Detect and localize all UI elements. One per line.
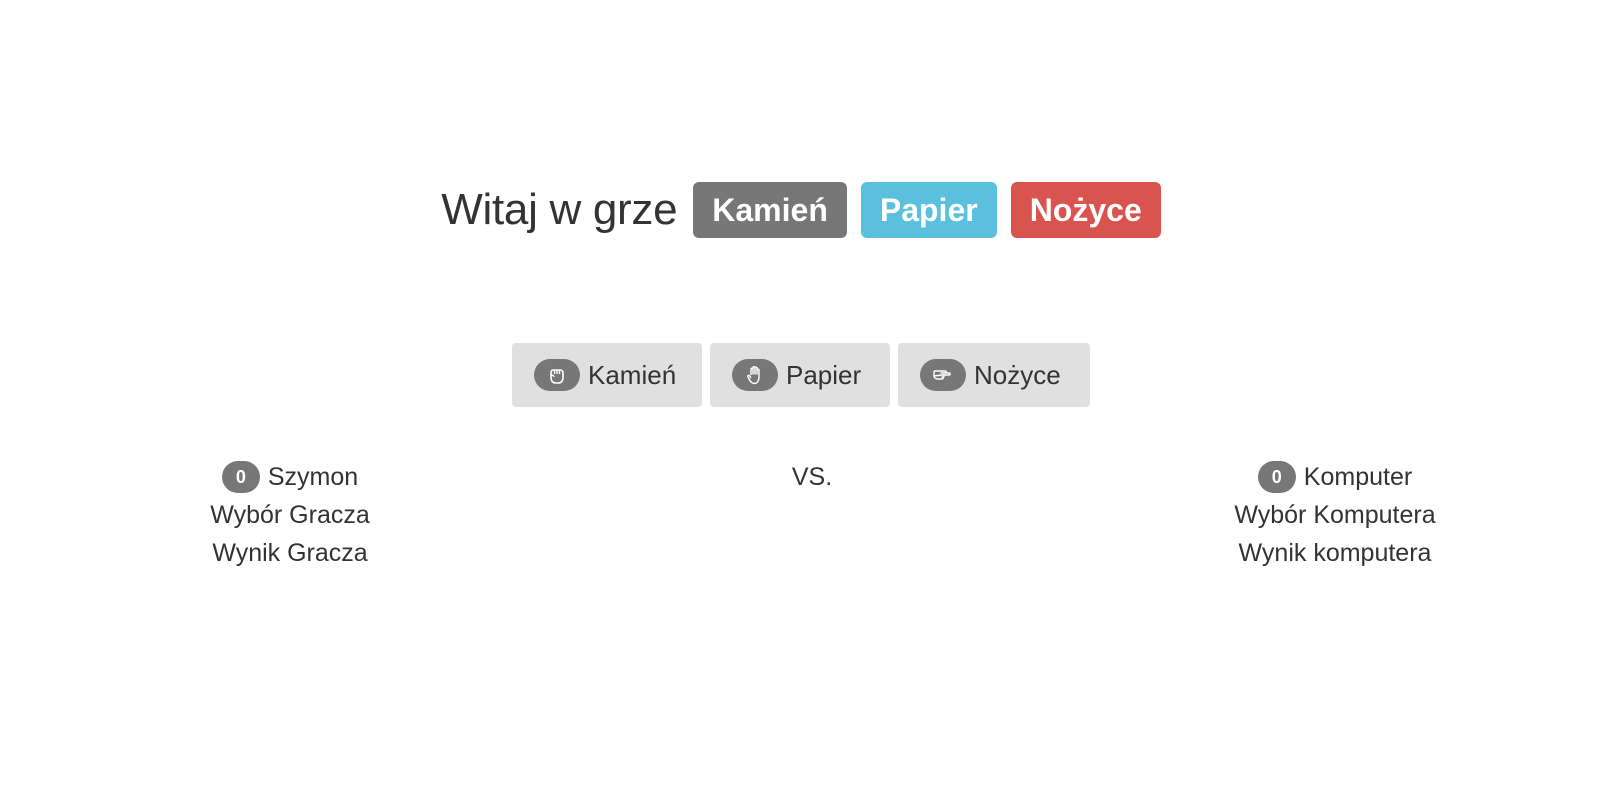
page-title: Witaj w grze Kamień Papier Nożyce [0, 182, 1602, 238]
computer-result: Wynik komputera [1238, 539, 1432, 567]
paper-button[interactable]: Papier [710, 343, 890, 407]
scissors-button[interactable]: Nożyce [898, 343, 1090, 407]
player-name: Szymon [267, 463, 359, 491]
label-paper: Papier [860, 182, 997, 238]
paper-button-label: Papier [786, 359, 862, 390]
player-result: Wynik Gracza [212, 539, 368, 567]
fist-icon [534, 359, 580, 391]
versus-panel: VS. [712, 458, 912, 496]
choice-buttons: Kamień Papier Nożyce [0, 343, 1602, 407]
rock-button-label: Kamień [588, 359, 677, 390]
scissors-hand-icon [920, 359, 966, 391]
label-rock: Kamień [693, 182, 847, 238]
versus-text: VS. [791, 463, 833, 491]
label-scissors: Nożyce [1010, 182, 1161, 238]
computer-panel: 0 Komputer Wybór Komputera Wynik kompute… [1200, 458, 1470, 572]
computer-name-row: 0 Komputer [1200, 458, 1470, 496]
player-choice: Wybór Gracza [210, 501, 370, 529]
game-page: Witaj w grze Kamień Papier Nożyce Kamień… [0, 0, 1602, 800]
player-panel: 0 Szymon Wybór Gracza Wynik Gracza [190, 458, 390, 572]
open-hand-icon [732, 359, 778, 391]
rock-button[interactable]: Kamień [512, 343, 702, 407]
computer-score-badge: 0 [1257, 461, 1296, 493]
computer-name: Komputer [1303, 463, 1413, 491]
computer-choice: Wybór Komputera [1234, 501, 1436, 529]
player-name-row: 0 Szymon [190, 458, 390, 496]
title-text: Witaj w grze [441, 185, 678, 234]
player-score-badge: 0 [221, 461, 260, 493]
scissors-button-label: Nożyce [974, 359, 1061, 390]
